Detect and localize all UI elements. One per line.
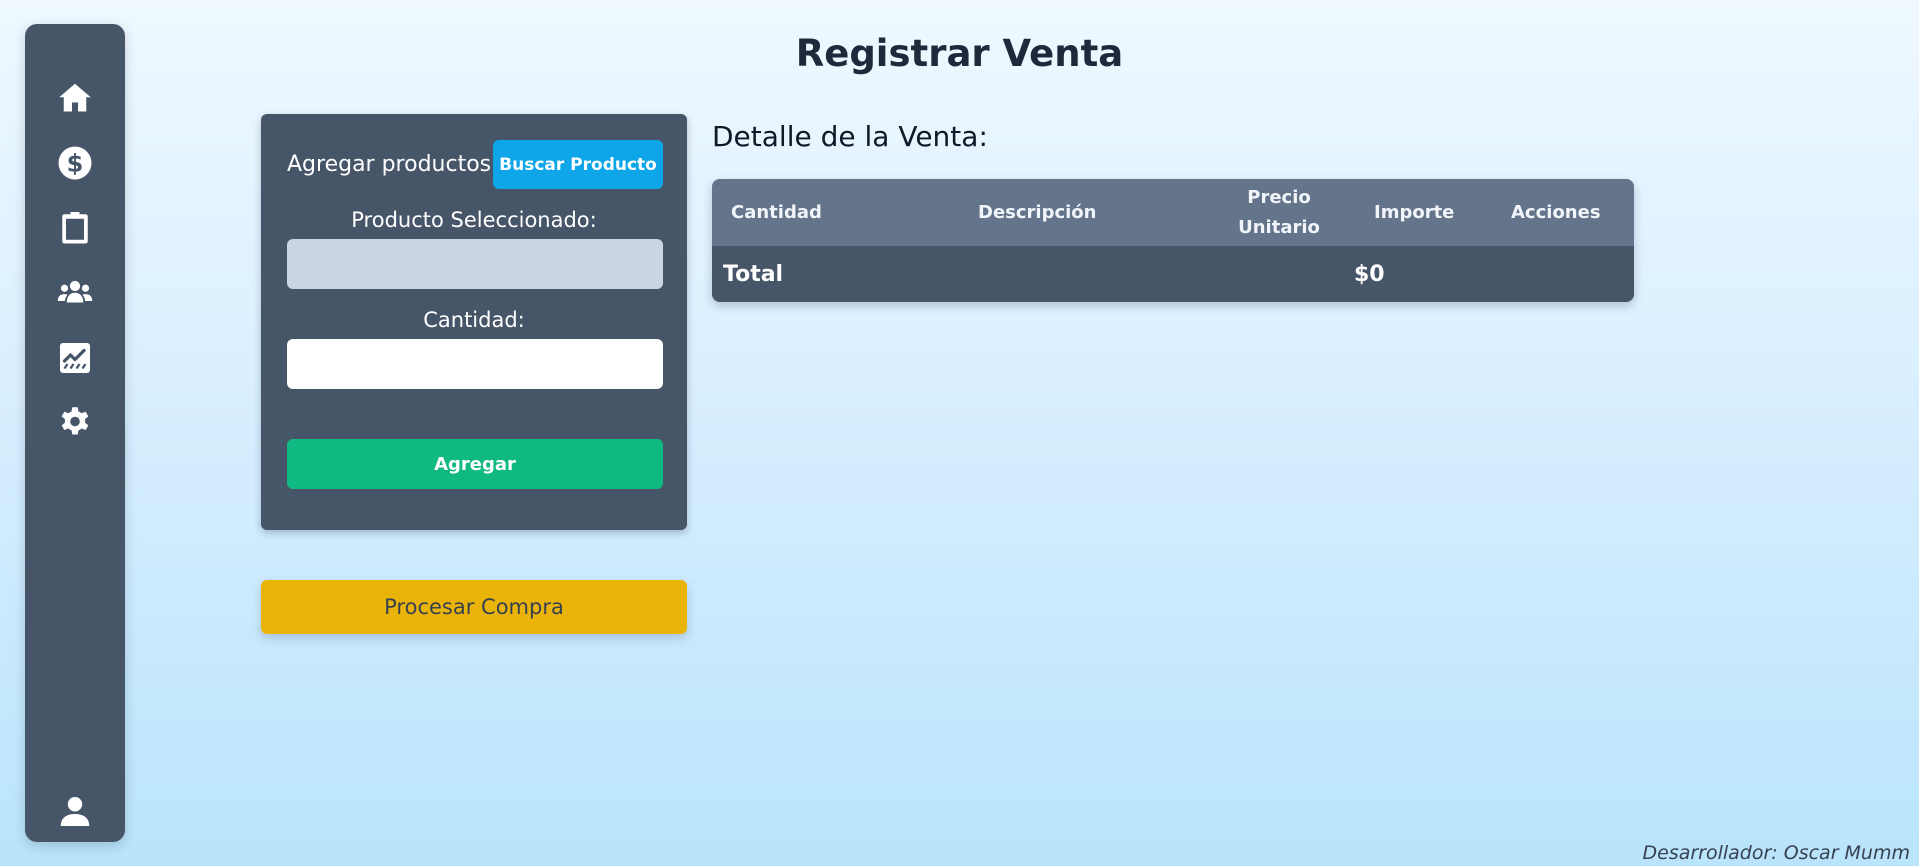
- chart-icon: [60, 343, 90, 373]
- selected-product-label: Producto Seleccionado:: [351, 208, 597, 232]
- sidebar-item-inventory[interactable]: [25, 202, 125, 252]
- column-header-description: Descripción: [978, 201, 1097, 223]
- quantity-label: Cantidad:: [423, 308, 525, 332]
- sidebar-item-settings[interactable]: [25, 398, 125, 448]
- developer-credit: Desarrollador: Oscar Mumm: [1642, 842, 1911, 864]
- table-header: Cantidad Descripción Precio Unitario Imp…: [712, 179, 1634, 246]
- sidebar-item-profile[interactable]: [25, 786, 125, 836]
- column-header-actions: Acciones: [1511, 201, 1601, 223]
- column-header-unit-price: Precio Unitario: [1231, 179, 1327, 246]
- dollar-icon: $: [58, 146, 92, 180]
- selected-product-field[interactable]: [287, 239, 663, 289]
- column-header-unit-price-line1: Precio: [1247, 186, 1311, 208]
- total-value: $0: [1354, 261, 1385, 287]
- users-icon: [57, 280, 93, 303]
- clipboard-icon: [62, 212, 88, 244]
- sidebar-item-reports[interactable]: [25, 333, 125, 383]
- sidebar: $: [25, 24, 125, 842]
- gear-icon: [61, 407, 89, 435]
- column-header-unit-price-line2: Unitario: [1238, 216, 1320, 238]
- column-header-quantity: Cantidad: [731, 201, 822, 223]
- total-label: Total: [723, 261, 784, 287]
- add-products-label: Agregar productos:: [287, 152, 499, 177]
- sidebar-item-customers[interactable]: [25, 267, 125, 317]
- quantity-input[interactable]: [287, 339, 663, 389]
- svg-text:$: $: [67, 149, 84, 177]
- sale-detail-table: Cantidad Descripción Precio Unitario Imp…: [712, 179, 1634, 302]
- user-icon: [60, 797, 90, 826]
- column-header-amount: Importe: [1374, 201, 1455, 223]
- page-title: Registrar Venta: [795, 32, 1124, 75]
- process-purchase-button[interactable]: Procesar Compra: [261, 580, 687, 634]
- total-row: Total $0: [712, 246, 1634, 302]
- add-button[interactable]: Agregar: [287, 439, 663, 489]
- sale-detail-title: Detalle de la Venta:: [712, 120, 988, 153]
- home-icon: [59, 83, 91, 112]
- sidebar-item-sales[interactable]: $: [25, 138, 125, 188]
- add-product-panel: Agregar productos: Buscar Producto Produ…: [261, 114, 687, 530]
- search-product-button[interactable]: Buscar Producto: [493, 140, 663, 189]
